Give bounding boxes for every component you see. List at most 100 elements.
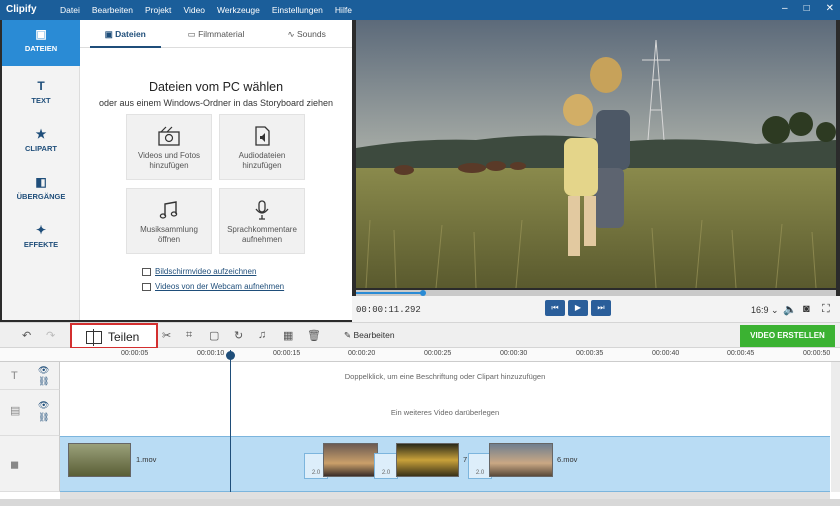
menu-bearbeiten[interactable]: Bearbeiten: [92, 5, 133, 15]
maximize-button[interactable]: □: [804, 3, 810, 14]
tile-label: Musiksammlung: [140, 225, 198, 234]
menu-projekt[interactable]: Projekt: [145, 5, 171, 15]
tile-label: aufnehmen: [241, 235, 283, 244]
minimize-button[interactable]: –: [782, 3, 788, 14]
snapshot-camera-icon[interactable]: ◙: [803, 303, 810, 315]
scissors-icon[interactable]: ✂: [162, 329, 171, 342]
tile-label: hinzufügen: [149, 161, 189, 170]
tile-label: Audiodateien: [238, 151, 286, 160]
vertical-scrollbar[interactable]: [831, 362, 840, 492]
next-button[interactable]: ⏭: [591, 300, 611, 316]
library-title: Dateien vom PC wählen: [148, 80, 284, 94]
skip-back-icon: ⏮: [551, 303, 559, 312]
audio-settings-icon[interactable]: ♫: [258, 329, 266, 341]
link-icon[interactable]: ⛓: [38, 412, 49, 423]
eye-icon[interactable]: 👁: [38, 365, 49, 376]
clip-thumbnail[interactable]: [489, 443, 553, 477]
rotate-icon[interactable]: ↻: [234, 329, 243, 342]
overlay-track-icon: ▤: [10, 405, 21, 417]
aspect-ratio-select[interactable]: 16:9 ⌄: [751, 305, 779, 316]
ruler-tick: 00:00:50: [803, 350, 831, 357]
link-label: Videos von der Webcam aufnehmen: [155, 282, 285, 291]
split-icon: [86, 329, 102, 346]
tab-label: Sounds: [297, 29, 326, 39]
ruler-tick: 00:00:10: [197, 350, 225, 357]
clip-name: 6.mov: [557, 455, 578, 464]
video-track-header: ◼: [0, 436, 60, 492]
play-button[interactable]: ▶: [568, 300, 588, 316]
text-track-icon: T: [11, 370, 18, 382]
edit-label: Bearbeiten: [353, 330, 395, 340]
add-audio-button[interactable]: Audiodateien hinzufügen: [219, 114, 305, 180]
timeline-ruler[interactable]: 00:00:05 00:00:10 00:00:15 00:00:20 00:0…: [0, 348, 840, 362]
transition-block[interactable]: 2.0: [374, 453, 398, 479]
clip-thumbnail[interactable]: [396, 443, 459, 477]
volume-icon[interactable]: 🔈: [783, 303, 797, 316]
sidebar-item-label: EFFEKTE: [23, 240, 59, 249]
record-webcam-link[interactable]: Videos von der Webcam aufnehmen: [142, 282, 284, 291]
clip-thumbnail[interactable]: [68, 443, 131, 477]
split-button[interactable]: Teilen: [70, 323, 158, 349]
tab-filmmaterial[interactable]: ▭ Filmmaterial: [171, 20, 262, 47]
sidebar-item-text[interactable]: T TEXT: [2, 72, 80, 118]
sidebar-item-label: DATEIEN: [24, 44, 58, 53]
sidebar-item-effekte[interactable]: ✦ EFFEKTE: [2, 216, 80, 262]
record-voiceover-button[interactable]: Sprachkommentare aufnehmen: [219, 188, 305, 254]
app-logo: Clipify: [6, 4, 37, 15]
video-camera-icon: ◼: [10, 459, 20, 471]
ruler-tick: 00:00:35: [576, 350, 604, 357]
text-track-header: T 👁 ⛓: [0, 362, 60, 390]
microphone-icon: [255, 200, 269, 220]
menu-video[interactable]: Video: [183, 5, 205, 15]
video-track[interactable]: 1.mov 2.0 2.0 7 2.0 6.mov: [60, 436, 830, 492]
eye-icon[interactable]: 👁: [38, 400, 49, 411]
timecode: 00:00:11.292: [356, 305, 421, 315]
music-note-icon: [159, 201, 178, 219]
image-icon: ▣: [104, 29, 116, 39]
previous-button[interactable]: ⏮: [545, 300, 565, 316]
status-bar: [0, 499, 840, 506]
sidebar-item-uebergaenge[interactable]: ◧ ÜBERGÄNGE: [2, 168, 80, 214]
window-controls: – □ ✕: [782, 3, 834, 14]
menu-einstellungen[interactable]: Einstellungen: [272, 5, 323, 15]
close-button[interactable]: ✕: [826, 3, 834, 14]
playhead-line[interactable]: [230, 350, 231, 492]
open-music-library-button[interactable]: Musiksammlung öffnen: [126, 188, 212, 254]
crop-icon[interactable]: ⌗: [186, 329, 192, 342]
aspect-frame-icon[interactable]: ▢: [209, 329, 219, 342]
screen-icon: [142, 267, 151, 276]
ruler-tick: 00:00:40: [652, 350, 680, 357]
sidebar-item-dateien[interactable]: ▣ DATEIEN: [2, 20, 80, 66]
preview-frame-image: [356, 20, 836, 288]
overlay-track-hint[interactable]: Ein weiteres Video darüberlegen: [60, 408, 830, 417]
create-video-button[interactable]: VIDEO ERSTELLEN: [740, 325, 835, 347]
star-icon: ★: [35, 127, 47, 141]
horizontal-scrollbar[interactable]: [60, 492, 830, 499]
add-videos-photos-button[interactable]: Videos und Fotos hinzufügen: [126, 114, 212, 180]
playhead-handle[interactable]: [226, 351, 235, 360]
record-screen-link[interactable]: Bildschirmvideo aufzeichnen: [142, 267, 256, 276]
menu-datei[interactable]: Datei: [60, 5, 80, 15]
fullscreen-icon[interactable]: ⛶: [822, 303, 830, 316]
text-track-hint[interactable]: Doppelklick, um eine Beschriftung oder C…: [60, 372, 830, 381]
tab-dateien[interactable]: ▣ Dateien: [80, 20, 171, 48]
undo-icon[interactable]: ↶: [22, 329, 31, 342]
transition-duration: 2.0: [475, 470, 485, 476]
sidebar-item-clipart[interactable]: ★ CLIPART: [2, 120, 80, 166]
redo-icon[interactable]: ↷: [46, 329, 55, 342]
menu-hilfe[interactable]: Hilfe: [335, 5, 352, 15]
ruler-tick: 00:00:30: [500, 350, 528, 357]
link-icon[interactable]: ⛓: [38, 376, 49, 387]
tab-sounds[interactable]: ∿ Sounds: [261, 20, 352, 47]
film-icon: ▭: [187, 29, 199, 39]
filmstrip-icon[interactable]: ▦: [283, 329, 293, 342]
edit-button[interactable]: ✎ Bearbeiten: [344, 330, 395, 341]
clip-thumbnail[interactable]: [323, 443, 378, 477]
ruler-tick: 00:00:20: [348, 350, 376, 357]
video-preview[interactable]: [356, 20, 836, 288]
ruler-tick: 00:00:15: [273, 350, 301, 357]
library-subtitle: oder aus einem Windows-Ordner in das Sto…: [98, 98, 334, 108]
trash-icon[interactable]: 🗑: [307, 329, 321, 342]
menu-werkzeuge[interactable]: Werkzeuge: [217, 5, 260, 15]
waveform-icon: ∿: [287, 29, 297, 39]
